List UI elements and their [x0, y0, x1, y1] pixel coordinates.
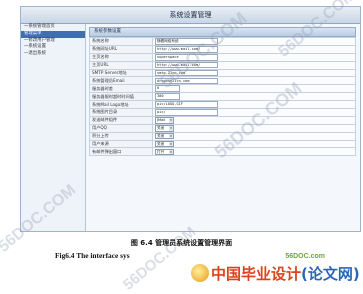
form-row: 系统名称 随着网络系统 — [89, 37, 356, 46]
setting-input[interactable]: pic/LOGO.GIF — [155, 101, 218, 108]
brand-emblem-icon — [191, 264, 209, 282]
form-row-label: 服务器时差 — [89, 84, 153, 94]
caption-english: Fig6.4 The interface sys — [55, 251, 130, 260]
chevron-down-icon: ▾ — [169, 149, 173, 155]
setting-input[interactable]: smtp.21cn.com — [155, 69, 218, 77]
form-row-value-cell: 关闭 ▾ — [152, 131, 356, 141]
settings-content: 系统参数设置 系统名称 随着网络系统 系统网址URL http://www.mail.… — [89, 27, 356, 227]
sidebar-item-logout[interactable]: 一退出系统 — [21, 51, 85, 58]
setting-input[interactable]: http://www.mail.com/ — [155, 61, 218, 69]
setting-input[interactable]: 300 — [155, 93, 180, 100]
form-row: 主页名称 superspace — [89, 52, 356, 62]
figure-captions: 图 6.4 管理员系统设置管理界面 Fig6.4 The interface s… — [0, 238, 363, 260]
form-row-value-cell: JMail ▾ — [152, 115, 356, 125]
chevron-down-icon: ▾ — [169, 133, 173, 139]
setting-input[interactable]: pic/ — [155, 109, 218, 116]
settings-form: 系统名称 随着网络系统 系统网址URL http://www.mail.com/主页名… — [89, 37, 356, 157]
window-title: 系统设置管理 — [21, 7, 360, 24]
form-row-value-cell: superspace — [152, 52, 356, 62]
setting-input[interactable]: 随着网络系统 — [155, 38, 218, 45]
form-row-label: 系统图片目录 — [89, 108, 153, 117]
form-row-label: 系统Mail Logo地址 — [89, 100, 153, 110]
form-row-value-cell: dragon@21cn.com — [152, 76, 356, 86]
form-row-value-cell: http://www.mail.com/ — [152, 60, 356, 70]
brand-domain: 56DOC.com — [285, 253, 325, 260]
form-row-label: 积分上传 — [89, 131, 153, 141]
form-row-label: 服务器限时超时时间值 — [89, 92, 153, 102]
form-row: 系统管理员Email dragon@21cn.com — [89, 76, 356, 86]
chevron-down-icon: ▾ — [169, 141, 173, 147]
form-row-label: 主页URL — [89, 60, 153, 70]
form-row: 系统图片目录 pic/ — [89, 108, 356, 117]
form-row-value-cell: pic/ — [152, 108, 356, 117]
form-row: 发送邮件组件 JMail ▾ — [89, 115, 356, 125]
form-row-label: 用户QQ — [89, 123, 153, 133]
form-row-value-cell: smtp.21cn.com — [152, 68, 356, 78]
form-row-value-cell: 关闭 ▾ — [152, 139, 356, 149]
sidebar-item-home[interactable]: 一系统管理首页 — [21, 24, 85, 31]
setting-select[interactable]: JMail ▾ — [155, 117, 174, 124]
form-row: 用户来源 关闭 ▾ — [89, 139, 356, 149]
form-row-label: 主页名称 — [89, 52, 153, 62]
chevron-down-icon: ▾ — [169, 125, 173, 131]
setting-input[interactable]: 0 — [155, 85, 180, 93]
setting-input[interactable]: superspace — [155, 53, 218, 61]
form-row-value-cell: 随着网络系统 — [152, 37, 356, 46]
embedded-screenshot: 系统设置管理 一系统管理首页 管理菜单 一修改用户管理 一系统设置 一退出系统 … — [20, 6, 361, 232]
form-row-value-cell: 0 — [152, 84, 356, 94]
form-row-label: 用户来源 — [89, 139, 153, 149]
form-row: 主页URL http://www.mail.com/ — [89, 60, 356, 70]
form-row: 系统网址URL http://www.mail.com/ — [89, 44, 356, 54]
site-brand-logo: 56DOC.com 中国毕业设计(论文网) — [187, 253, 360, 287]
form-row: 系统Mail Logo地址 pic/LOGO.GIF — [89, 100, 356, 110]
form-row-label: 系统管理员Email — [89, 76, 153, 86]
sidebar-item-menu[interactable]: 管理菜单 — [21, 30, 85, 38]
setting-select[interactable]: 关闭 ▾ — [155, 132, 174, 140]
brand-name: 中国毕业设计(论文网) — [211, 265, 360, 283]
form-row-value-cell: pic/LOGO.GIF — [152, 100, 356, 110]
setting-select[interactable]: 打开 ▾ — [155, 148, 174, 156]
form-row-value-cell: http://www.mail.com/ — [152, 44, 356, 54]
form-row: SMTP Server地址 smtp.21cn.com — [89, 68, 356, 78]
form-row-value-cell: 300 — [152, 92, 356, 102]
form-row-value-cell: 关闭 ▾ — [152, 123, 356, 133]
form-row: 服务器限时超时时间值 300 — [89, 92, 356, 102]
form-row-label: 发送邮件组件 — [89, 115, 153, 125]
form-row: 有邮件弹出窗口 打开 ▾ — [89, 147, 356, 157]
form-row-label: SMTP Server地址 — [89, 68, 153, 78]
caption-chinese: 图 6.4 管理员系统设置管理界面 — [130, 239, 233, 247]
panel-title: 系统参数设置 — [89, 27, 356, 37]
form-row-label: 系统网址URL — [89, 44, 153, 54]
setting-select[interactable]: 关闭 ▾ — [155, 124, 174, 132]
setting-input[interactable]: http://www.mail.com/ — [155, 46, 218, 53]
form-row: 积分上传 关闭 ▾ — [89, 131, 356, 141]
chevron-down-icon: ▾ — [169, 118, 173, 123]
setting-select[interactable]: 关闭 ▾ — [155, 140, 174, 148]
setting-input[interactable]: dragon@21cn.com — [155, 77, 218, 85]
form-row: 服务器时差 0 — [89, 84, 356, 94]
form-row-label: 有邮件弹出窗口 — [89, 147, 153, 157]
form-row: 用户QQ 关闭 ▾ — [89, 123, 356, 133]
form-row-label: 系统名称 — [89, 37, 153, 46]
sidebar-menu: 一系统管理首页 管理菜单 一修改用户管理 一系统设置 一退出系统 — [21, 24, 86, 231]
form-row-value-cell: 打开 ▾ — [152, 147, 356, 157]
